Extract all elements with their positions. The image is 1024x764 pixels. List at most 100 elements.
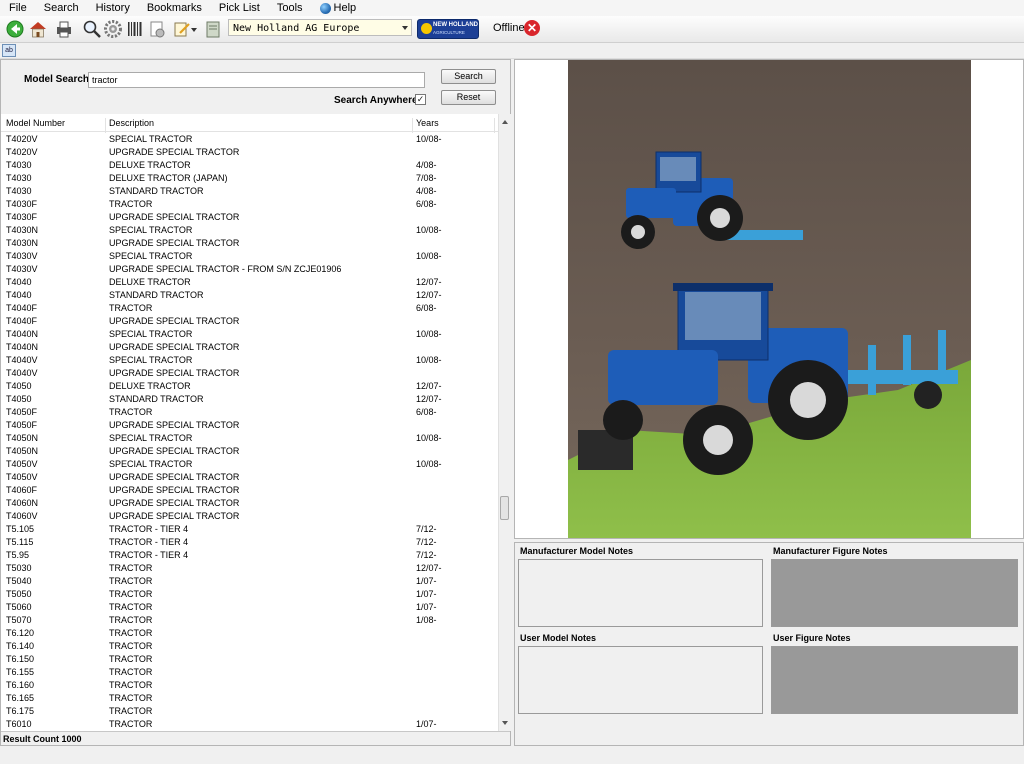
table-row[interactable]: T6.120 TRACTOR xyxy=(1,627,498,640)
back-icon[interactable] xyxy=(5,19,25,39)
table-row[interactable]: T4040 DELUXE TRACTOR 12/07- xyxy=(1,276,498,289)
table-row[interactable]: T4030 STANDARD TRACTOR 4/08- xyxy=(1,185,498,198)
column-model-number[interactable]: Model Number xyxy=(6,118,65,128)
dropdown-arrow-icon[interactable] xyxy=(191,19,197,39)
years-cell: 6/08- xyxy=(416,407,437,417)
table-row[interactable]: T4060F UPGRADE SPECIAL TRACTOR xyxy=(1,484,498,497)
model-search-input[interactable]: tractor xyxy=(88,72,425,88)
table-row[interactable]: T6.140 TRACTOR xyxy=(1,640,498,653)
menu-pick-list[interactable]: Pick List xyxy=(210,0,268,16)
menu-search[interactable]: Search xyxy=(35,0,87,16)
table-row[interactable]: T5.105 TRACTOR - TIER 4 7/12- xyxy=(1,523,498,536)
region-select[interactable]: New Holland AG Europe xyxy=(228,19,412,36)
table-row[interactable]: T4040 STANDARD TRACTOR 12/07- xyxy=(1,289,498,302)
close-icon[interactable]: ✕ xyxy=(524,20,540,36)
edit-note-icon[interactable] xyxy=(172,19,192,39)
home-icon[interactable] xyxy=(28,19,48,39)
years-cell: 1/07- xyxy=(416,576,437,586)
table-row[interactable]: T4030V UPGRADE SPECIAL TRACTOR - FROM S/N… xyxy=(1,263,498,276)
notebook-icon[interactable] xyxy=(203,19,223,39)
table-row[interactable]: T4050F TRACTOR 6/08- xyxy=(1,406,498,419)
table-row[interactable]: T4050V UPGRADE SPECIAL TRACTOR xyxy=(1,471,498,484)
years-cell: 6/08- xyxy=(416,303,437,313)
barcode-icon[interactable] xyxy=(125,19,145,39)
years-cell: 1/07- xyxy=(416,602,437,612)
search-anywhere-checkbox[interactable]: ✓ xyxy=(415,94,426,105)
list-scrollbar[interactable] xyxy=(498,114,511,731)
table-row[interactable]: T4060V UPGRADE SPECIAL TRACTOR xyxy=(1,510,498,523)
table-row[interactable]: T4050F UPGRADE SPECIAL TRACTOR xyxy=(1,419,498,432)
menu-bookmarks[interactable]: Bookmarks xyxy=(138,0,210,16)
years-cell: 1/08- xyxy=(416,615,437,625)
table-row[interactable]: T4040V UPGRADE SPECIAL TRACTOR xyxy=(1,367,498,380)
description-cell: SPECIAL TRACTOR xyxy=(109,355,193,365)
manufacturer-figure-notes-box[interactable] xyxy=(771,559,1018,627)
description-cell: TRACTOR xyxy=(109,693,153,703)
scroll-thumb[interactable] xyxy=(500,496,509,520)
scroll-down-icon[interactable] xyxy=(502,721,508,725)
table-row[interactable]: T4060N UPGRADE SPECIAL TRACTOR xyxy=(1,497,498,510)
search-button[interactable]: Search xyxy=(441,69,496,84)
print-icon[interactable] xyxy=(54,19,74,39)
table-row[interactable]: T5030 TRACTOR 12/07- xyxy=(1,562,498,575)
model-number-cell: T4050F xyxy=(6,407,38,417)
table-row[interactable]: T5.95 TRACTOR - TIER 4 7/12- xyxy=(1,549,498,562)
table-row[interactable]: T5060 TRACTOR 1/07- xyxy=(1,601,498,614)
model-number-cell: T4040F xyxy=(6,303,38,313)
model-number-cell: T4040N xyxy=(6,329,39,339)
table-row[interactable]: T4040F TRACTOR 6/08- xyxy=(1,302,498,315)
table-row[interactable]: T4020V SPECIAL TRACTOR 10/08- xyxy=(1,133,498,146)
page-setup-icon[interactable] xyxy=(147,19,167,39)
table-row[interactable]: T6.150 TRACTOR xyxy=(1,653,498,666)
table-row[interactable]: T4020V UPGRADE SPECIAL TRACTOR xyxy=(1,146,498,159)
menu-history[interactable]: History xyxy=(87,0,138,16)
settings-gear-icon[interactable] xyxy=(103,19,123,39)
table-row[interactable]: T6.175 TRACTOR xyxy=(1,705,498,718)
table-row[interactable]: T6010 TRACTOR 1/07- xyxy=(1,718,498,731)
table-row[interactable]: T4030N SPECIAL TRACTOR 10/08- xyxy=(1,224,498,237)
model-number-cell: T4050V xyxy=(6,459,38,469)
description-cell: SPECIAL TRACTOR xyxy=(109,433,193,443)
table-row[interactable]: T4030F TRACTOR 6/08- xyxy=(1,198,498,211)
table-row[interactable]: T4040F UPGRADE SPECIAL TRACTOR xyxy=(1,315,498,328)
table-row[interactable]: T4040N SPECIAL TRACTOR 10/08- xyxy=(1,328,498,341)
scroll-up-icon[interactable] xyxy=(502,120,508,124)
description-cell: SPECIAL TRACTOR xyxy=(109,225,193,235)
table-row[interactable]: T4050 STANDARD TRACTOR 12/07- xyxy=(1,393,498,406)
zoom-icon[interactable] xyxy=(82,19,102,39)
menu-help[interactable]: Help xyxy=(311,0,365,16)
table-row[interactable]: T4030N UPGRADE SPECIAL TRACTOR xyxy=(1,237,498,250)
table-row[interactable]: T4050N UPGRADE SPECIAL TRACTOR xyxy=(1,445,498,458)
table-row[interactable]: T4040V SPECIAL TRACTOR 10/08- xyxy=(1,354,498,367)
table-row[interactable]: T6.165 TRACTOR xyxy=(1,692,498,705)
table-row[interactable]: T6.160 TRACTOR xyxy=(1,679,498,692)
table-row[interactable]: T4050V SPECIAL TRACTOR 10/08- xyxy=(1,458,498,471)
panel-tab-icon[interactable]: ab xyxy=(2,44,16,57)
table-row[interactable]: T4030V SPECIAL TRACTOR 10/08- xyxy=(1,250,498,263)
table-row[interactable]: T5070 TRACTOR 1/08- xyxy=(1,614,498,627)
table-row[interactable]: T5050 TRACTOR 1/07- xyxy=(1,588,498,601)
reset-button[interactable]: Reset xyxy=(441,90,496,105)
user-figure-notes-box[interactable] xyxy=(771,646,1018,714)
menu-file[interactable]: File xyxy=(0,0,35,16)
menu-tools[interactable]: Tools xyxy=(268,0,311,16)
table-row[interactable]: T4030 DELUXE TRACTOR 4/08- xyxy=(1,159,498,172)
table-row[interactable]: T4030 DELUXE TRACTOR (JAPAN) 7/08- xyxy=(1,172,498,185)
table-row[interactable]: T6.155 TRACTOR xyxy=(1,666,498,679)
table-row[interactable]: T4050N SPECIAL TRACTOR 10/08- xyxy=(1,432,498,445)
years-cell: 1/07- xyxy=(416,719,437,729)
column-description[interactable]: Description xyxy=(109,118,154,128)
table-row[interactable]: T4040N UPGRADE SPECIAL TRACTOR xyxy=(1,341,498,354)
user-model-notes-box[interactable] xyxy=(518,646,763,714)
years-cell: 10/08- xyxy=(416,225,442,235)
years-cell: 4/08- xyxy=(416,186,437,196)
table-row[interactable]: T4030F UPGRADE SPECIAL TRACTOR xyxy=(1,211,498,224)
manufacturer-model-notes-box[interactable] xyxy=(518,559,763,627)
column-years[interactable]: Years xyxy=(416,118,439,128)
model-number-cell: T4030 xyxy=(6,160,32,170)
model-number-cell: T5040 xyxy=(6,576,32,586)
model-number-cell: T6.155 xyxy=(6,667,35,677)
table-row[interactable]: T5.115 TRACTOR - TIER 4 7/12- xyxy=(1,536,498,549)
table-row[interactable]: T5040 TRACTOR 1/07- xyxy=(1,575,498,588)
table-row[interactable]: T4050 DELUXE TRACTOR 12/07- xyxy=(1,380,498,393)
